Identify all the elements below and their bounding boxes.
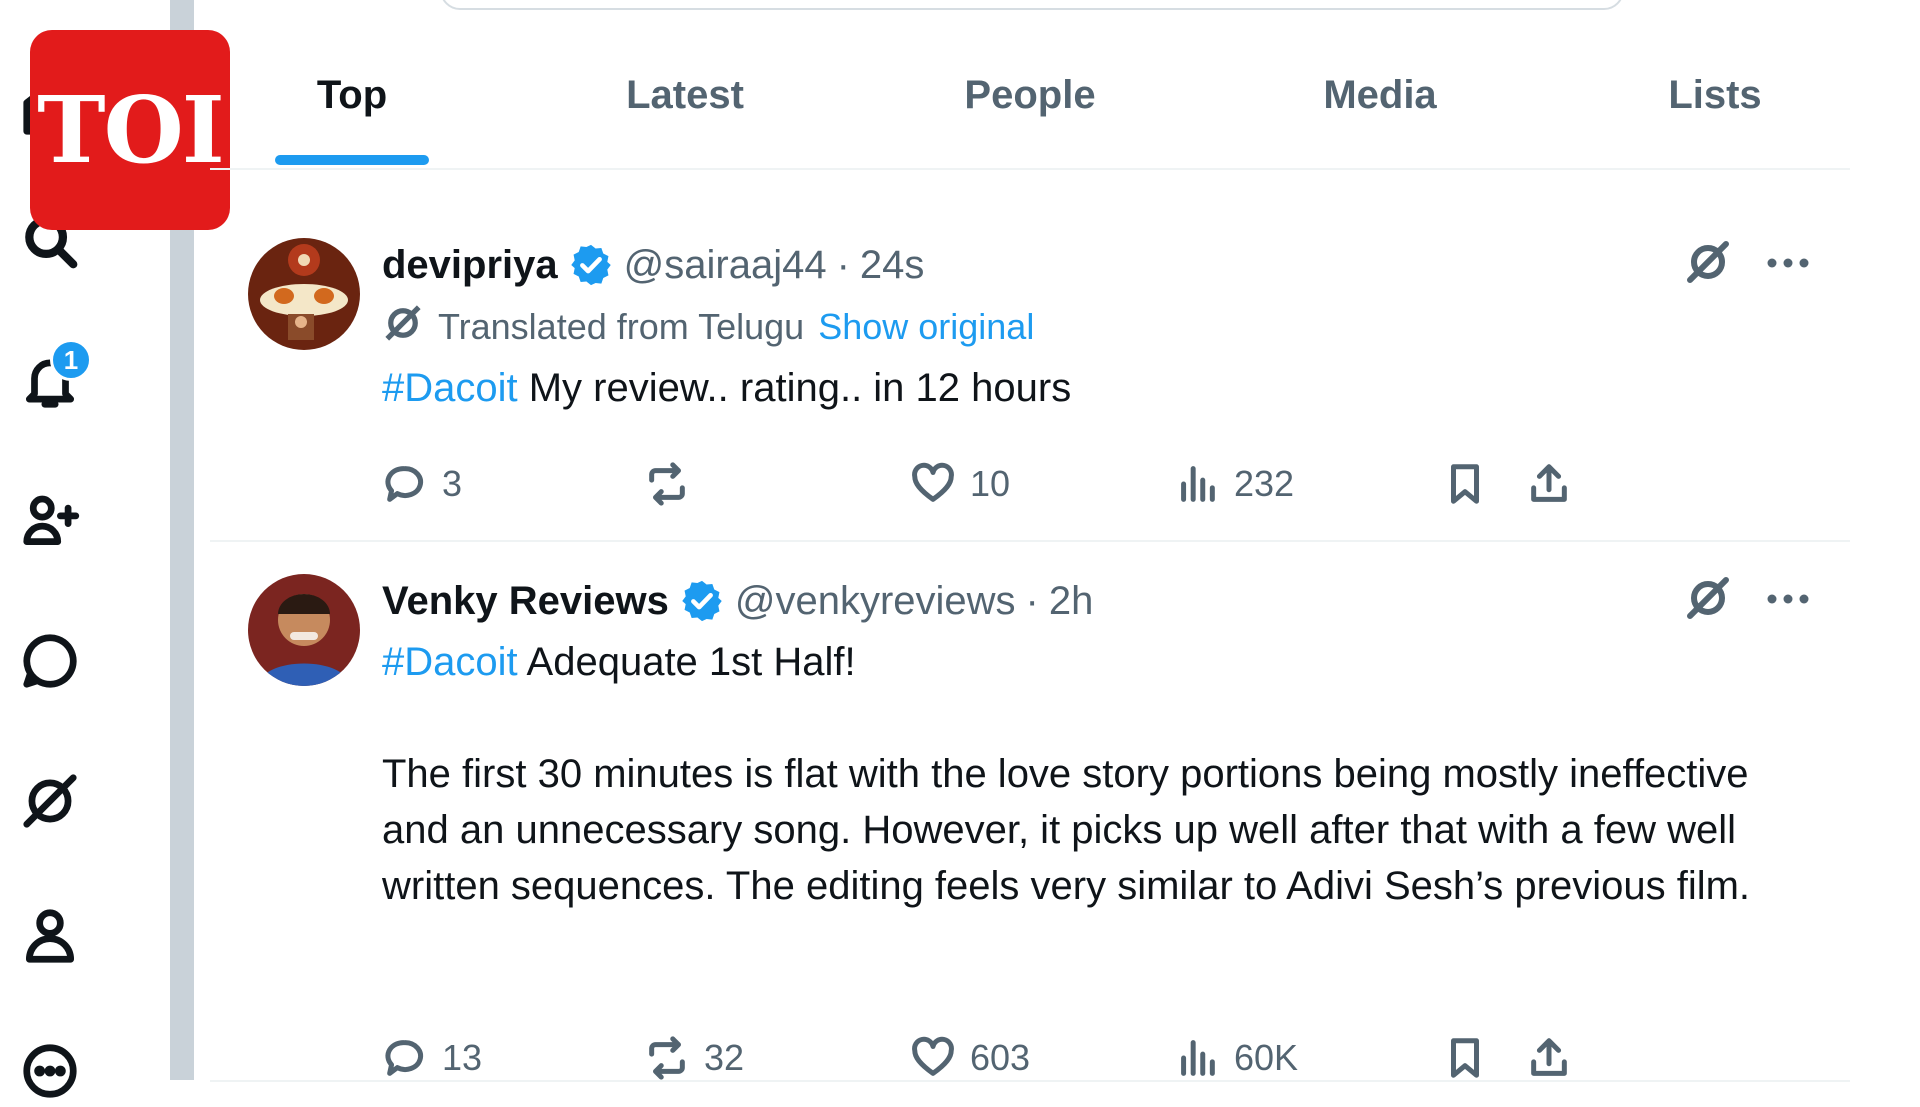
like-count: 10 — [970, 463, 1011, 504]
tweet-actions: 13 32 603 60K — [382, 1028, 1810, 1088]
tweet-actions: 3 10 232 — [382, 454, 1810, 514]
views-button[interactable]: 232 — [1174, 461, 1294, 507]
profile-icon[interactable] — [14, 900, 86, 972]
tweet-text-body: The first 30 minutes is flat with the lo… — [382, 752, 1751, 908]
tweet-text: #Dacoit My review.. rating.. in 12 hours — [382, 360, 1810, 416]
like-button[interactable]: 603 — [910, 1035, 1030, 1081]
repost-button[interactable]: 32 — [644, 1035, 744, 1081]
tweet-content: devipriya @sairaaj44 · 24s Translated fr… — [382, 238, 1810, 528]
tweet-content: Venky Reviews @venkyreviews · 2h #Dacoit… — [382, 574, 1810, 1080]
translation-notice: Translated from Telugu Show original — [382, 300, 1810, 354]
tab-lists[interactable]: Lists — [1650, 60, 1780, 130]
grok-icon[interactable] — [14, 765, 86, 837]
reply-button[interactable]: 3 — [382, 461, 462, 507]
verified-badge-icon — [679, 578, 725, 624]
follow-icon[interactable] — [14, 485, 86, 557]
tab-people[interactable]: People — [935, 60, 1125, 130]
tab-top[interactable]: Top — [275, 60, 429, 130]
tweet-top-actions — [1684, 238, 1810, 291]
tab-media[interactable]: Media — [1295, 60, 1465, 130]
tweet-text-headline: Adequate 1st Half! — [517, 640, 856, 684]
timestamp[interactable]: 24s — [860, 243, 925, 288]
avatar[interactable] — [248, 574, 360, 686]
display-name[interactable]: devipriya — [382, 243, 558, 288]
tweet-header: Venky Reviews @venkyreviews · 2h — [382, 574, 1810, 628]
repost-button[interactable] — [644, 461, 704, 507]
avatar[interactable] — [248, 238, 360, 350]
tweet-header: devipriya @sairaaj44 · 24s — [382, 238, 1810, 292]
repost-count: 32 — [704, 1037, 745, 1078]
views-button[interactable]: 60K — [1174, 1035, 1298, 1081]
grok-icon[interactable] — [1684, 238, 1732, 291]
show-original-link[interactable]: Show original — [818, 306, 1034, 348]
verified-badge-icon — [568, 242, 614, 288]
tab-latest[interactable]: Latest — [600, 60, 770, 130]
share-button[interactable] — [1526, 461, 1572, 507]
more-icon[interactable] — [14, 1035, 86, 1107]
toi-logo-text: TOI — [37, 76, 225, 184]
grok-icon[interactable] — [1684, 574, 1732, 627]
toi-logo: TOI — [30, 30, 230, 230]
like-count: 603 — [970, 1037, 1031, 1078]
handle[interactable]: @venkyreviews — [735, 579, 1016, 624]
translated-label: Translated from Telugu — [438, 306, 805, 347]
views-count: 232 — [1234, 463, 1295, 504]
timestamp[interactable]: 2h — [1049, 579, 1094, 624]
search-tabs: Top Latest People Media Lists — [210, 0, 1850, 170]
tweet[interactable]: Venky Reviews @venkyreviews · 2h #Dacoit… — [210, 540, 1850, 1082]
grok-translate-icon — [382, 302, 438, 353]
reply-count: 3 — [442, 463, 463, 504]
more-options-icon[interactable] — [1766, 256, 1810, 274]
messages-icon[interactable] — [14, 625, 86, 697]
bookmark-button[interactable] — [1442, 461, 1488, 507]
reply-count: 13 — [442, 1037, 483, 1078]
separator: · — [1025, 578, 1039, 623]
handle[interactable]: @sairaaj44 — [624, 243, 827, 288]
display-name[interactable]: Venky Reviews — [382, 579, 669, 624]
tweet-text-content: My review.. rating.. in 12 hours — [517, 366, 1072, 410]
bookmark-button[interactable] — [1442, 1035, 1488, 1081]
main-timeline: Top Latest People Media Lists devipriya — [210, 0, 1850, 1082]
hashtag-link[interactable]: #Dacoit — [382, 640, 518, 684]
separator: · — [836, 242, 850, 287]
like-button[interactable]: 10 — [910, 461, 1010, 507]
notification-badge: 1 — [50, 339, 92, 381]
active-tab-indicator — [275, 155, 429, 165]
views-count: 60K — [1234, 1037, 1299, 1078]
hashtag-link[interactable]: #Dacoit — [382, 366, 518, 410]
reply-button[interactable]: 13 — [382, 1035, 482, 1081]
share-button[interactable] — [1526, 1035, 1572, 1081]
tweet-text-first-line: #Dacoit Adequate 1st Half! — [382, 634, 1810, 690]
tweet-top-actions — [1684, 574, 1810, 627]
tweet[interactable]: devipriya @sairaaj44 · 24s Translated fr… — [210, 202, 1850, 542]
notifications-icon[interactable]: 1 — [14, 339, 92, 417]
more-options-icon[interactable] — [1766, 592, 1810, 610]
